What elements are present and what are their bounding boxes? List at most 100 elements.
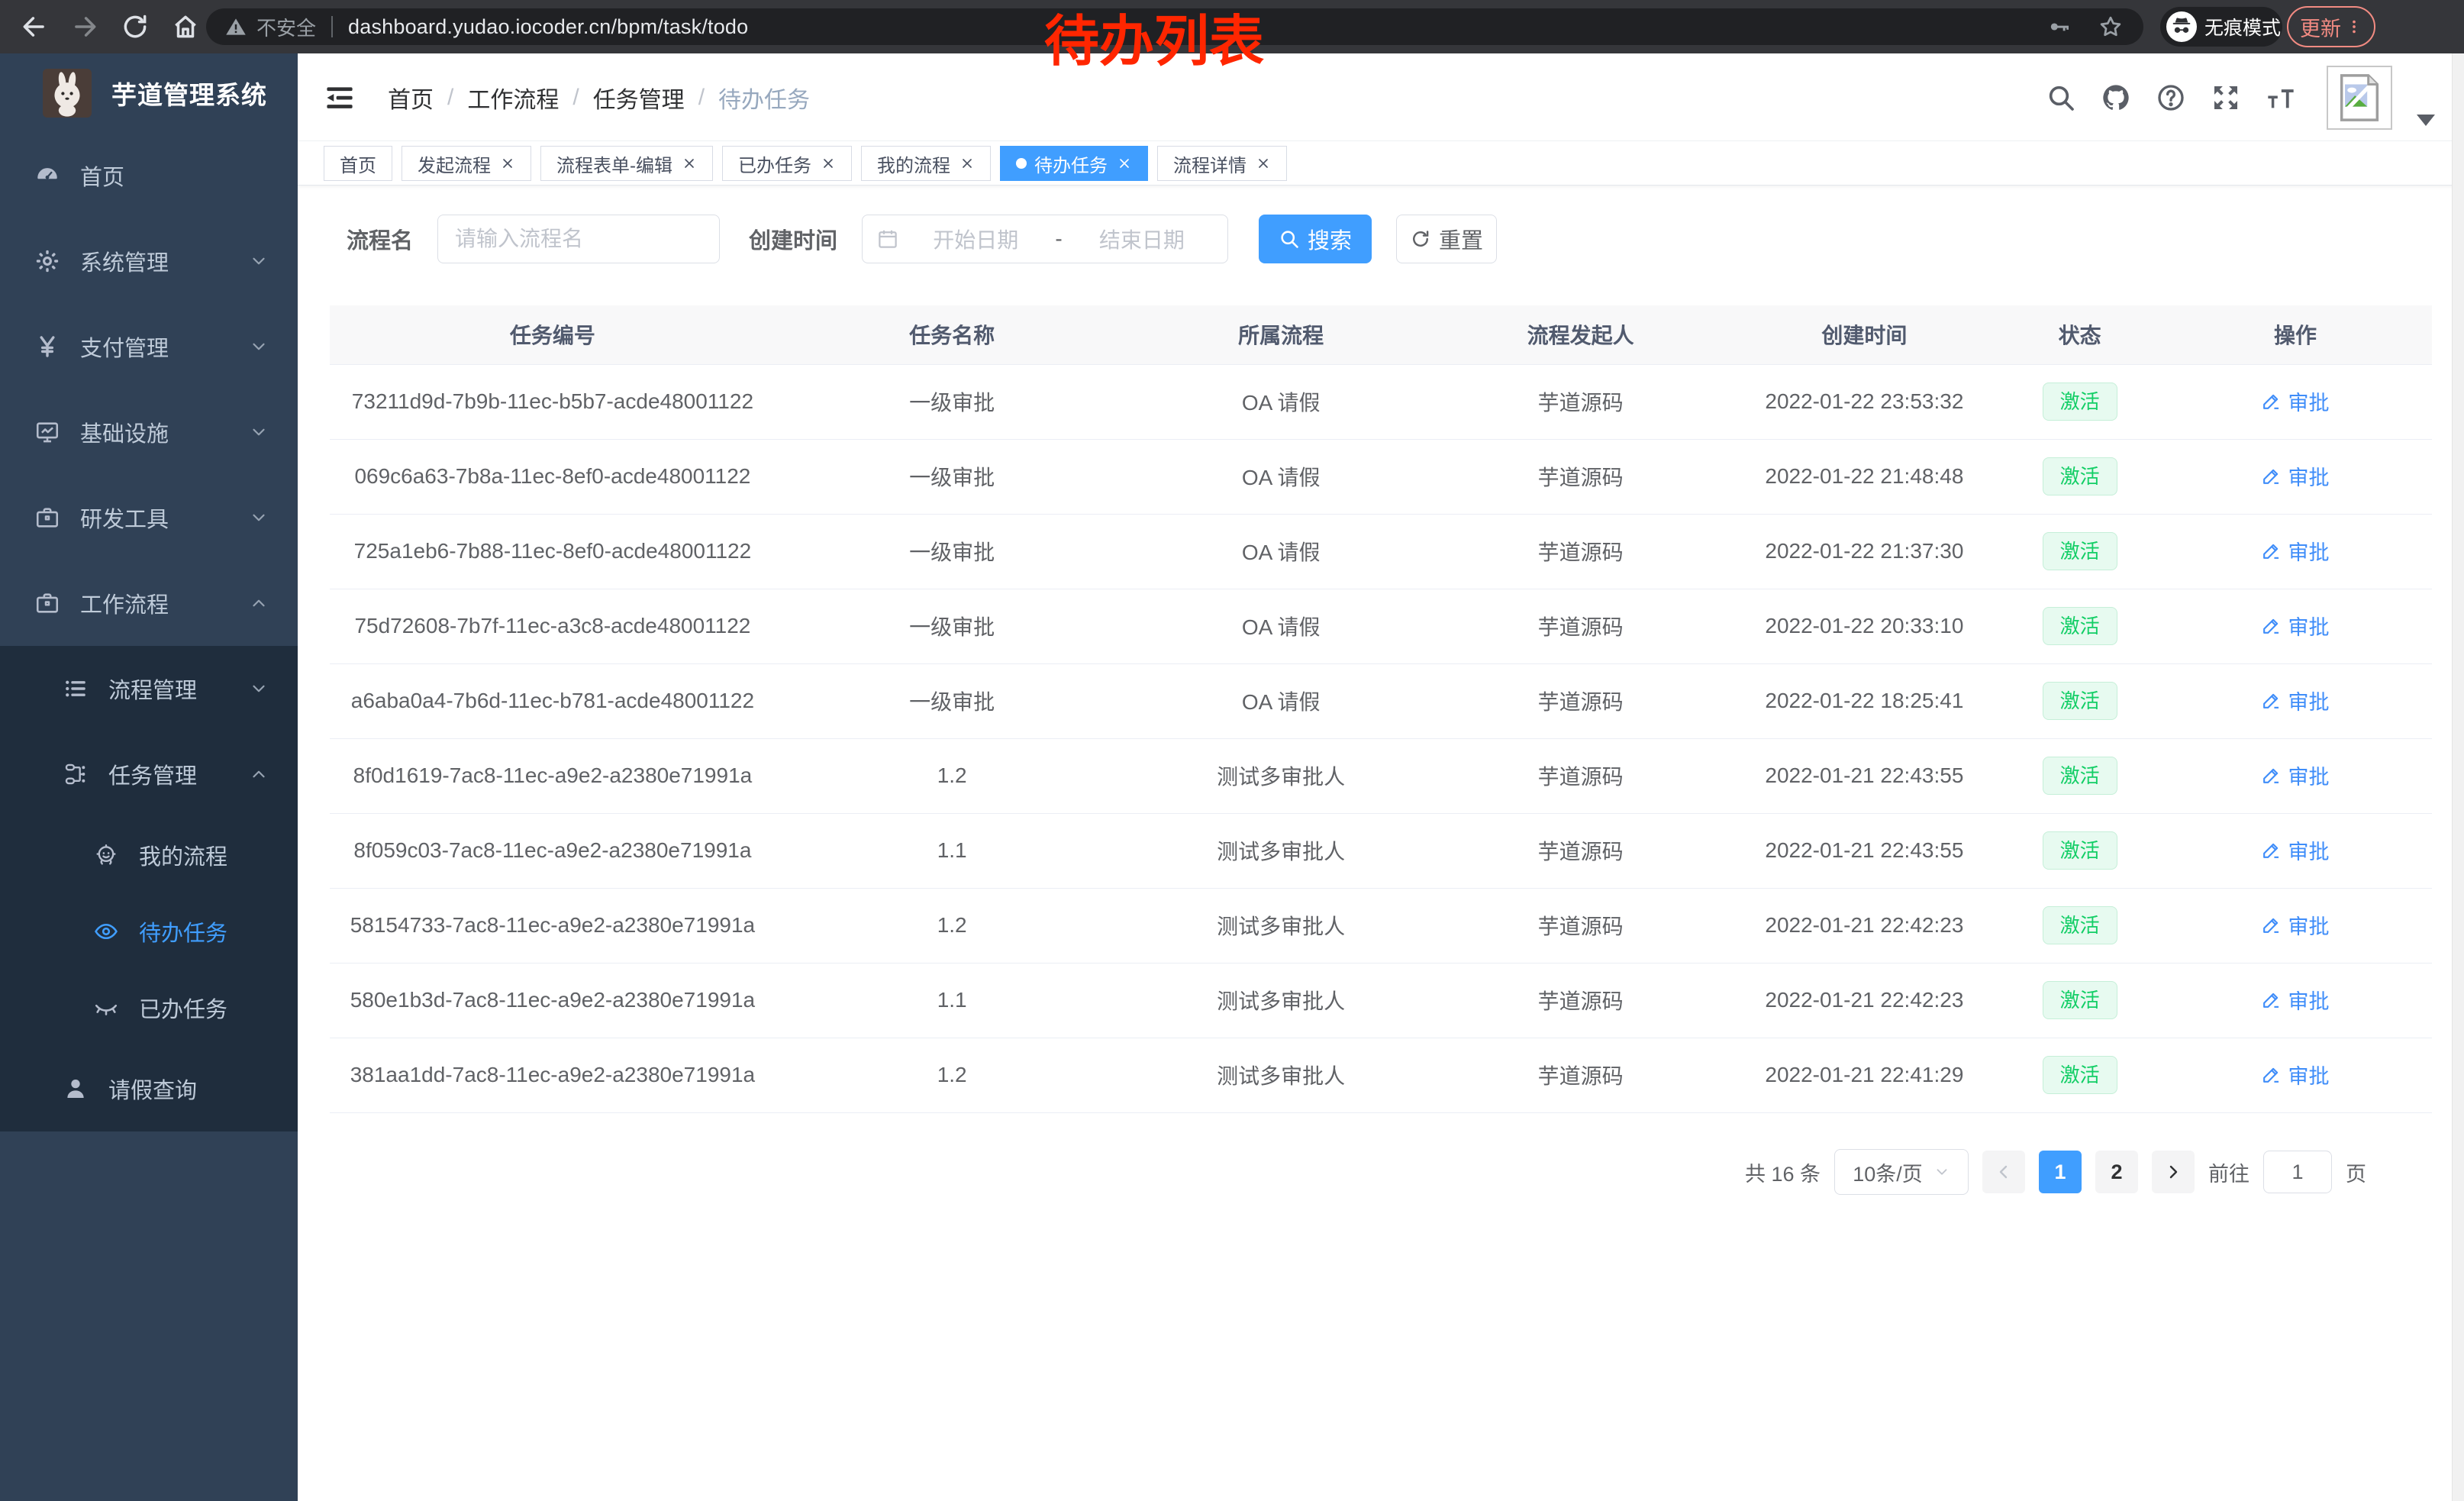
table-row: 580e1b3d-7ac8-11ec-a9e2-a2380e71991a 1.1… — [330, 963, 2432, 1038]
status-badge: 激活 — [2043, 1056, 2117, 1094]
key-icon[interactable] — [2047, 15, 2072, 39]
app-title: 芋道管理系统 — [111, 75, 267, 111]
close-icon[interactable] — [1117, 156, 1132, 171]
approve-link[interactable]: 审批 — [2261, 910, 2329, 940]
table-row: a6aba0a4-7b6d-11ec-b781-acde48001122 一级审… — [330, 663, 2432, 738]
help-icon[interactable] — [2156, 82, 2186, 113]
approve-link[interactable]: 审批 — [2261, 686, 2329, 715]
approve-link[interactable]: 审批 — [2261, 386, 2329, 416]
page-tab[interactable]: 我的流程 — [861, 146, 991, 181]
github-icon[interactable] — [2101, 82, 2131, 113]
page-header: / 首页 / 工作流程 / 任务管理 / 待办任务 — [298, 53, 2464, 141]
app-logo-row[interactable]: 芋道管理系统 — [0, 53, 298, 133]
sidebar-item-label: 基础设施 — [80, 416, 169, 448]
approve-link[interactable]: 审批 — [2261, 985, 2329, 1015]
breadcrumb-item[interactable]: / 任务管理 — [559, 81, 684, 115]
list-icon — [63, 676, 89, 702]
browser-toolbar: 不安全 dashboard.yudao.iocoder.cn/bpm/task/… — [0, 0, 2464, 53]
chevron-down-icon — [249, 422, 269, 442]
tab-label: 发起流程 — [418, 150, 491, 177]
task-id-cell: 069c6a63-7b8a-11ec-8ef0-acde48001122 — [330, 439, 776, 514]
address-bar[interactable]: 不安全 dashboard.yudao.iocoder.cn/bpm/task/… — [206, 8, 2143, 45]
sidebar-item[interactable]: 工作流程 — [0, 560, 298, 646]
back-icon[interactable] — [20, 12, 49, 41]
approve-link[interactable]: 审批 — [2261, 536, 2329, 566]
reset-button[interactable]: 重置 — [1396, 215, 1497, 263]
close-icon[interactable] — [500, 156, 515, 171]
prev-page-button[interactable] — [1982, 1151, 2025, 1193]
sidebar-item[interactable]: 系统管理 — [0, 218, 298, 304]
start-date-field[interactable]: 开始日期 — [904, 224, 1047, 254]
close-icon[interactable] — [821, 156, 836, 171]
hamburger-icon[interactable] — [324, 82, 356, 114]
goto-page-input[interactable] — [2263, 1151, 2332, 1193]
menu-dots-icon[interactable] — [2346, 16, 2362, 37]
page-tab[interactable]: 已办任务 — [722, 146, 852, 181]
search-icon — [1279, 228, 1300, 250]
scrollbar[interactable] — [2452, 53, 2464, 1501]
table-row: 069c6a63-7b8a-11ec-8ef0-acde48001122 一级审… — [330, 439, 2432, 514]
sidebar-item[interactable]: 流程管理 — [0, 646, 298, 731]
search-button[interactable]: 搜索 — [1259, 215, 1372, 263]
approve-link[interactable]: 审批 — [2261, 461, 2329, 491]
action-cell: 审批 — [2159, 963, 2432, 1038]
page-size-select[interactable]: 10条/页 — [1834, 1149, 1969, 1195]
sidebar-item[interactable]: 研发工具 — [0, 475, 298, 560]
table-header-row: 任务编号任务名称所属流程流程发起人创建时间状态操作 — [330, 305, 2432, 364]
created-cell: 2022-01-22 21:48:48 — [1727, 439, 2001, 514]
sidebar-item[interactable]: 首页 — [0, 133, 298, 218]
avatar[interactable] — [2327, 66, 2392, 130]
sidebar-item-label: 请假查询 — [108, 1073, 197, 1105]
logo-image — [43, 69, 92, 118]
end-date-field[interactable]: 结束日期 — [1070, 224, 1214, 254]
avatar-dropdown-caret-icon[interactable] — [2417, 115, 2435, 126]
home-icon[interactable] — [171, 12, 200, 41]
fullscreen-icon[interactable] — [2211, 82, 2241, 113]
breadcrumb-item[interactable]: / 首页 — [388, 81, 434, 115]
close-icon[interactable] — [1256, 156, 1271, 171]
chrome-update-button[interactable]: 更新 — [2287, 6, 2375, 47]
sidebar-item[interactable]: 任务管理 — [0, 731, 298, 817]
sidebar-item[interactable]: 我的流程 — [0, 817, 298, 893]
search-icon[interactable] — [2046, 82, 2076, 113]
active-dot — [1016, 158, 1027, 169]
page-tab[interactable]: 待办任务 — [1000, 146, 1148, 181]
close-icon[interactable] — [682, 156, 697, 171]
page-number-button[interactable]: 2 — [2095, 1151, 2138, 1193]
page-tab[interactable]: 流程表单-编辑 — [540, 146, 713, 181]
font-size-icon[interactable] — [2266, 82, 2296, 113]
status-cell: 激活 — [2001, 514, 2159, 589]
reload-icon[interactable] — [121, 12, 150, 41]
page-tab[interactable]: 首页 — [324, 146, 392, 181]
sidebar-item[interactable]: 请假查询 — [0, 1046, 298, 1131]
date-range-picker[interactable]: 开始日期 - 结束日期 — [862, 215, 1228, 263]
page-number-button[interactable]: 1 — [2039, 1151, 2082, 1193]
status-badge: 激活 — [2043, 981, 2117, 1019]
star-icon[interactable] — [2098, 14, 2124, 40]
close-icon[interactable] — [959, 156, 975, 171]
status-cell: 激活 — [2001, 813, 2159, 888]
sidebar-item[interactable]: 待办任务 — [0, 893, 298, 970]
approve-link[interactable]: 审批 — [2261, 1060, 2329, 1089]
sidebar-item[interactable]: 支付管理 — [0, 304, 298, 389]
page-tab[interactable]: 流程详情 — [1157, 146, 1287, 181]
chevron-down-icon — [1933, 1164, 1950, 1180]
status-badge: 激活 — [2043, 682, 2117, 720]
sidebar-item[interactable]: 已办任务 — [0, 970, 298, 1046]
approve-link[interactable]: 审批 — [2261, 760, 2329, 790]
next-page-button[interactable] — [2152, 1151, 2195, 1193]
process-name-input[interactable] — [437, 215, 720, 263]
process-cell: 测试多审批人 — [1129, 813, 1434, 888]
approve-link[interactable]: 审批 — [2261, 611, 2329, 641]
starter-cell: 芋道源码 — [1434, 963, 1728, 1038]
forward-icon[interactable] — [70, 12, 99, 41]
created-cell: 2022-01-22 18:25:41 — [1727, 663, 2001, 738]
process-cell: 测试多审批人 — [1129, 1038, 1434, 1112]
page-tab[interactable]: 发起流程 — [402, 146, 531, 181]
breadcrumb-item[interactable]: / 待办任务 — [685, 81, 810, 115]
task-name-cell: 一级审批 — [776, 663, 1129, 738]
sidebar-item[interactable]: 基础设施 — [0, 389, 298, 475]
breadcrumb-item[interactable]: / 工作流程 — [434, 81, 559, 115]
edit-pen-icon — [2261, 466, 2282, 486]
approve-link[interactable]: 审批 — [2261, 835, 2329, 865]
